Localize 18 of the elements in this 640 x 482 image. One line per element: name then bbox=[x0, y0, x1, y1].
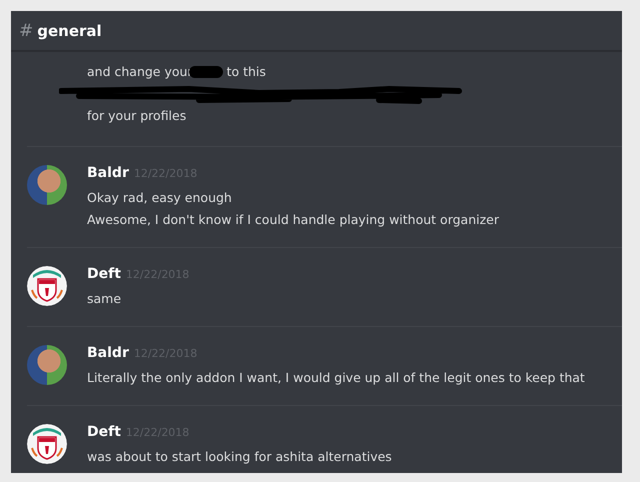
author-name[interactable]: Deft bbox=[87, 266, 121, 282]
message-text: Awesome, I don't know if I could handle playing without organizer bbox=[87, 211, 499, 229]
channel-name: general bbox=[37, 22, 102, 40]
message-text: Literally the only addon I want, I would give up all of the legit ones to keep that bbox=[87, 369, 585, 387]
message-text: Okay rad, easy enough bbox=[87, 189, 233, 207]
author-name[interactable]: Deft bbox=[87, 424, 121, 440]
redaction-mark bbox=[188, 66, 223, 78]
author-name[interactable]: Baldr bbox=[87, 345, 129, 361]
avatar-photo-placeholder[interactable] bbox=[27, 165, 67, 205]
crest-avatar-icon[interactable] bbox=[27, 424, 67, 464]
message-text: was about to start looking for ashita alternatives bbox=[87, 448, 392, 466]
crest-avatar-icon[interactable] bbox=[27, 266, 67, 306]
message-text: same bbox=[87, 290, 122, 308]
message-text: for your profiles bbox=[87, 107, 188, 125]
avatar-photo-placeholder[interactable] bbox=[27, 345, 67, 385]
hash-icon: # bbox=[19, 20, 34, 40]
author-name[interactable]: Baldr bbox=[87, 165, 129, 181]
message-text: to this bbox=[226, 63, 266, 81]
